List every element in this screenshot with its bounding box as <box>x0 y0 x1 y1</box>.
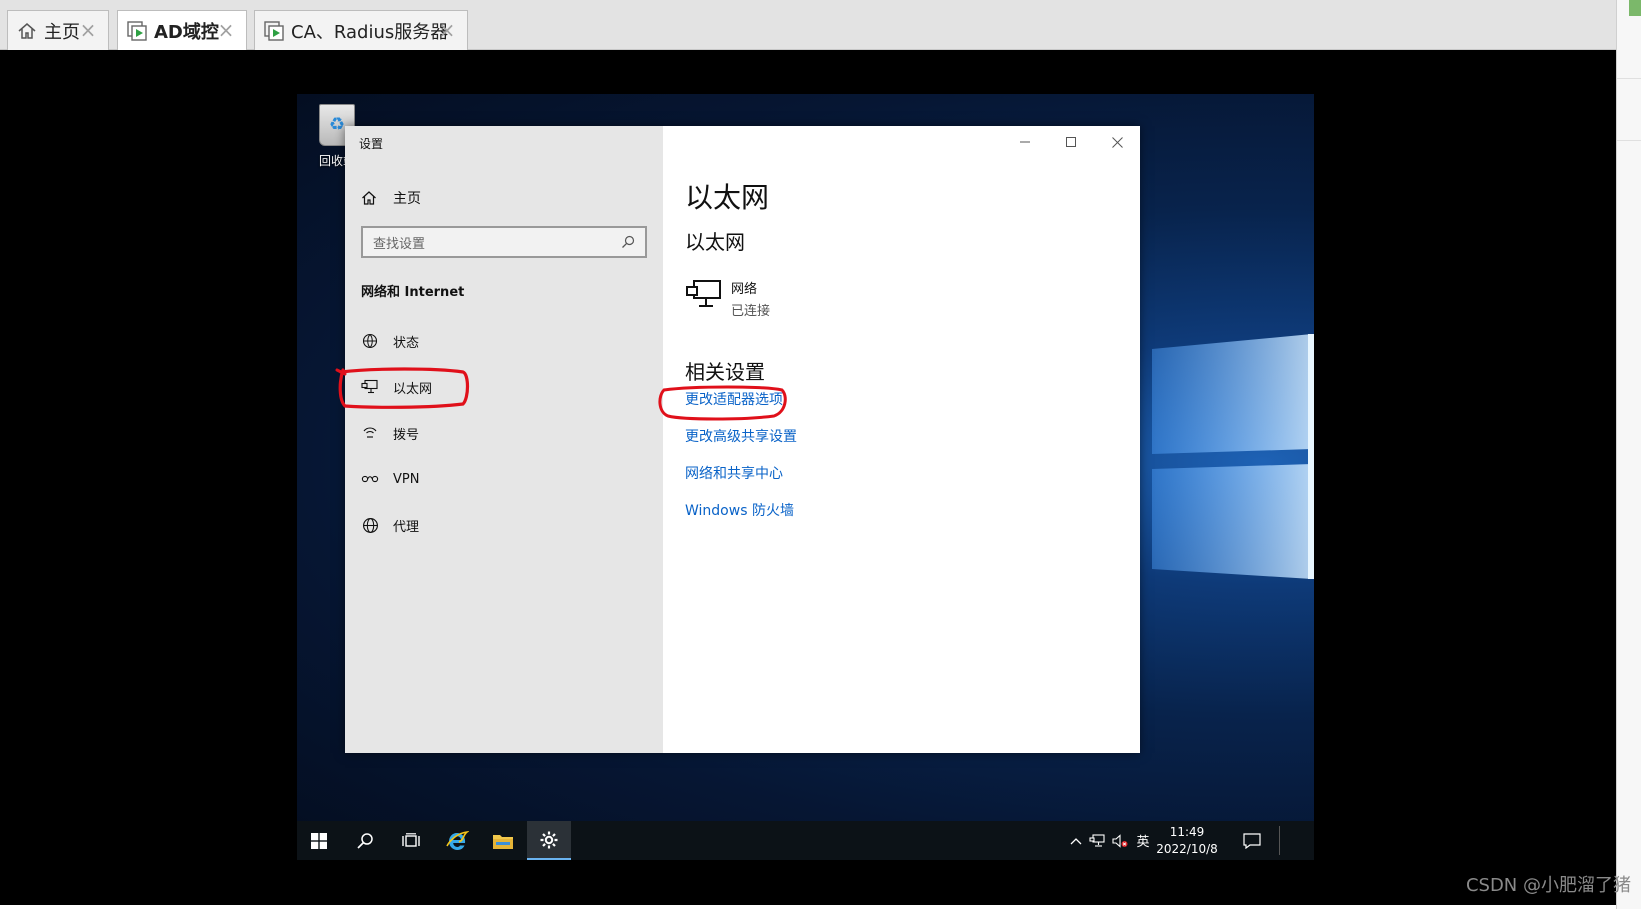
nav-item-label: VPN <box>393 471 420 487</box>
tab-label: CA、Radius服务器 <box>291 21 449 43</box>
host-side-panel <box>1616 0 1641 909</box>
nav-item-vpn[interactable]: VPN <box>361 464 419 494</box>
nav-item-label: 拨号 <box>393 427 420 443</box>
dialup-icon <box>361 424 379 442</box>
system-tray: 英 <box>1067 821 1155 860</box>
link-change-adapter-options[interactable]: 更改适配器选项 <box>685 389 783 409</box>
nav-item-status[interactable]: 状态 <box>361 326 419 356</box>
action-center-button[interactable] <box>1232 821 1272 860</box>
link-advanced-sharing[interactable]: 更改高级共享设置 <box>685 426 797 446</box>
taskbar-search-button[interactable] <box>343 821 387 860</box>
internet-explorer-button[interactable] <box>435 821 479 860</box>
close-button[interactable] <box>1094 126 1140 158</box>
ethernet-icon <box>685 278 723 312</box>
globe-status-icon <box>361 332 379 350</box>
minimize-button[interactable] <box>1002 126 1048 158</box>
show-desktop-divider <box>1279 826 1280 855</box>
chevron-up-icon[interactable] <box>1067 837 1085 845</box>
nav-home-label: 主页 <box>393 191 421 207</box>
close-icon[interactable]: × <box>78 20 98 40</box>
page-title: 以太网 <box>685 181 770 214</box>
nav-item-proxy[interactable]: 代理 <box>361 510 419 540</box>
search-input[interactable]: 查找设置 <box>361 226 647 258</box>
task-view-button[interactable] <box>389 821 433 860</box>
page-subtitle: 以太网 <box>685 230 745 254</box>
folder-icon <box>493 834 513 849</box>
ethernet-icon <box>361 378 379 396</box>
home-icon <box>16 20 38 42</box>
tab-home[interactable]: 主页 × <box>7 10 109 50</box>
screen: { "tabs": [ {"label": "主页", "icon": "hom… <box>0 0 1641 909</box>
vm-console[interactable]: 回收站 设置 主页 查找设置 <box>0 50 1616 905</box>
taskbar-clock[interactable]: 11:49 2022/10/8 <box>1148 824 1226 858</box>
search-icon <box>357 832 373 849</box>
nav-item-ethernet[interactable]: 以太网 <box>361 372 432 402</box>
guest-taskbar: 英 11:49 2022/10/8 <box>297 821 1314 860</box>
settings-nav: 设置 主页 查找设置 网络和 Internet 状态 以太网 拨号 VPN 代理 <box>345 126 663 753</box>
volume-muted-icon[interactable] <box>1109 833 1131 848</box>
search-placeholder: 查找设置 <box>373 236 426 252</box>
vpn-icon <box>361 470 379 488</box>
search-icon[interactable] <box>621 235 635 249</box>
home-icon <box>361 190 377 206</box>
vm-icon <box>263 20 285 42</box>
clock-date: 2022/10/8 <box>1156 842 1218 856</box>
network-tray-icon[interactable] <box>1085 833 1109 848</box>
tab-label: AD域控 <box>154 21 219 43</box>
windows-wallpaper-logo <box>1152 334 1314 579</box>
network-name: 网络 <box>731 282 758 297</box>
nav-item-label: 以太网 <box>393 381 433 397</box>
task-view-icon <box>402 832 420 847</box>
vm-icon <box>126 20 148 42</box>
section-title: 网络和 Internet <box>361 285 465 300</box>
watermark: CSDN @小肥溜了猪 <box>1465 875 1631 896</box>
link-windows-firewall[interactable]: Windows 防火墙 <box>685 500 794 520</box>
network-connection[interactable]: 网络 已连接 <box>685 278 770 319</box>
minimize-icon <box>1020 141 1030 143</box>
status-flag <box>1629 0 1641 16</box>
network-status: 已连接 <box>731 304 771 319</box>
settings-content: 以太网 以太网 网络 已连接 相关设置 更改适配器选项 更改高级共享设置 网络和… <box>663 126 1140 753</box>
maximize-icon <box>1066 137 1076 147</box>
notification-icon <box>1243 832 1261 849</box>
globe-icon <box>361 516 379 534</box>
tab-label: 主页 <box>44 21 80 43</box>
internet-explorer-icon <box>446 830 469 850</box>
close-icon <box>1111 136 1123 148</box>
start-button[interactable] <box>297 821 341 860</box>
window-title: 设置 <box>359 137 384 151</box>
close-icon[interactable]: × <box>437 20 457 40</box>
file-explorer-button[interactable] <box>481 821 525 860</box>
host-tab-bar: 主页 × AD域控 × CA、Radius服务器 × <box>0 0 1616 50</box>
guest-desktop[interactable]: 回收站 设置 主页 查找设置 <box>297 94 1314 860</box>
tab-ca-radius[interactable]: CA、Radius服务器 × <box>254 10 468 50</box>
maximize-button[interactable] <box>1048 126 1094 158</box>
settings-taskbar-button[interactable] <box>527 821 571 860</box>
windows-start-icon <box>311 832 327 849</box>
nav-item-label: 状态 <box>393 335 420 351</box>
clock-time: 11:49 <box>1169 825 1205 839</box>
tab-ad[interactable]: AD域控 × <box>117 10 247 50</box>
settings-window[interactable]: 设置 主页 查找设置 网络和 Internet 状态 以太网 拨号 VPN 代理… <box>345 126 1140 753</box>
nav-home[interactable]: 主页 <box>361 188 421 208</box>
nav-item-label: 代理 <box>393 519 420 535</box>
related-settings-title: 相关设置 <box>685 360 765 384</box>
link-network-sharing-center[interactable]: 网络和共享中心 <box>685 463 783 483</box>
nav-item-dialup[interactable]: 拨号 <box>361 418 419 448</box>
close-icon[interactable]: × <box>216 20 236 40</box>
gear-icon <box>540 831 558 848</box>
window-caption-buttons <box>1002 126 1140 158</box>
